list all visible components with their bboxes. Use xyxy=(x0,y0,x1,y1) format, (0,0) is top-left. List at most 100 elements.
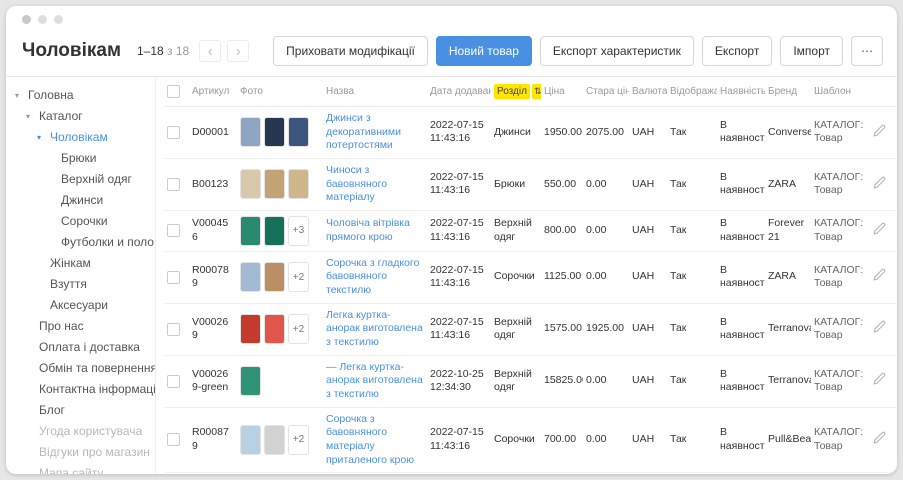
time-added: 11:43:16 xyxy=(430,231,488,245)
next-page-button[interactable]: › xyxy=(227,40,249,62)
expand-arrow-icon: ▾ xyxy=(15,91,24,101)
delete-icon[interactable] xyxy=(896,124,897,142)
pagination-range: 1–18 xyxy=(137,44,164,58)
edit-icon[interactable] xyxy=(873,431,886,449)
product-price: 725.00 xyxy=(541,473,583,474)
product-photo xyxy=(264,314,285,344)
sidebar-item-label: Контактна інформація xyxy=(39,382,156,397)
sidebar-item[interactable]: ▾ Чоловікам xyxy=(6,127,155,148)
sidebar-item[interactable]: Сорочки xyxy=(6,211,155,232)
sidebar-item-label: Головна xyxy=(28,88,74,103)
edit-icon[interactable] xyxy=(873,320,886,338)
time-added: 11:43:16 xyxy=(430,329,488,343)
col-header-sku: Артикул xyxy=(189,77,237,107)
delete-icon[interactable] xyxy=(896,268,897,286)
product-name-link[interactable]: — Легка куртка-анорак виготовлена з текс… xyxy=(326,361,424,402)
prev-page-button[interactable]: ‹ xyxy=(199,40,221,62)
sidebar-item[interactable]: Аксесуари xyxy=(6,295,155,316)
sidebar-item[interactable]: Обмін та повернення xyxy=(6,358,155,379)
product-currency: UAH xyxy=(629,158,667,210)
delete-icon[interactable] xyxy=(896,222,897,240)
row-checkbox[interactable] xyxy=(167,323,180,336)
product-name-link[interactable]: Чоловіча вітрівка прямого крою xyxy=(326,217,424,244)
edit-icon[interactable] xyxy=(873,176,886,194)
product-brand: Pull&Bear xyxy=(765,407,811,473)
row-checkbox[interactable] xyxy=(167,271,180,284)
sidebar-item[interactable]: Брюки xyxy=(6,148,155,169)
more-photos-badge: +2 xyxy=(288,425,309,455)
more-actions-button[interactable]: ⋯ xyxy=(851,36,883,66)
product-currency: UAH xyxy=(629,210,667,251)
product-template: КАТАЛОГ: Товар xyxy=(811,107,863,159)
window-dot xyxy=(22,15,31,24)
date-added: 2022-07-15 xyxy=(430,264,488,278)
product-name-link[interactable]: Легка куртка-анорак виготовлена з тексти… xyxy=(326,309,424,350)
product-sku: V000269-green xyxy=(192,368,234,395)
photo-cell xyxy=(240,117,320,147)
export-characteristics-button[interactable]: Експорт характеристик xyxy=(540,36,694,66)
edit-icon[interactable] xyxy=(873,268,886,286)
table-row: B000321 +2 Штани з бавовняного матеріалу… xyxy=(164,473,897,474)
product-price: 800.00 xyxy=(541,210,583,251)
product-name-link[interactable]: Джинси з декоративними потертостями xyxy=(326,112,424,153)
expand-arrow-icon: ▾ xyxy=(37,133,46,143)
product-name-link[interactable]: Сорочка з гладкого бавовняного текстилю xyxy=(326,257,424,298)
product-price: 550.00 xyxy=(541,158,583,210)
product-display-flag: Так xyxy=(667,407,717,473)
photo-cell: +2 xyxy=(240,262,320,292)
sidebar-item[interactable]: Угода користувача xyxy=(6,421,155,442)
date-added: 2022-07-15 xyxy=(430,171,488,185)
sidebar-item[interactable]: Оплата і доставка xyxy=(6,337,155,358)
product-brand: Converse xyxy=(765,107,811,159)
row-checkbox[interactable] xyxy=(167,224,180,237)
sidebar-item[interactable]: Про нас xyxy=(6,316,155,337)
sidebar-item[interactable]: ▾ Каталог xyxy=(6,106,155,127)
product-name-link[interactable]: Чиноси з бавовняного матеріалу xyxy=(326,164,424,205)
sidebar-item[interactable]: Контактна інформація xyxy=(6,379,155,400)
time-added: 12:34:30 xyxy=(430,381,488,395)
date-added: 2022-07-15 xyxy=(430,316,488,330)
delete-icon[interactable] xyxy=(896,320,897,338)
sidebar-item[interactable]: Взуття xyxy=(6,274,155,295)
sidebar-item[interactable]: Футболки и поло xyxy=(6,232,155,253)
sidebar-item[interactable]: Джинси xyxy=(6,190,155,211)
select-all-checkbox[interactable] xyxy=(167,85,180,98)
sidebar-tree: ▾ Головна ▾ Каталог ▾ Чоловікам Брюки Ве… xyxy=(6,77,156,474)
row-checkbox[interactable] xyxy=(167,375,180,388)
col-header-section-label[interactable]: Розділ xyxy=(494,84,530,99)
delete-icon[interactable] xyxy=(896,431,897,449)
edit-icon[interactable] xyxy=(873,222,886,240)
row-checkbox[interactable] xyxy=(167,433,180,446)
edit-icon[interactable] xyxy=(873,372,886,390)
product-display-flag: Так xyxy=(667,210,717,251)
sidebar-item[interactable]: Верхній одяг xyxy=(6,169,155,190)
sidebar-item[interactable]: ▾ Головна xyxy=(6,85,155,106)
col-header-currency: Валюта xyxy=(629,77,667,107)
hide-modifications-button[interactable]: Приховати модифікації xyxy=(273,36,428,66)
product-name-link[interactable]: Сорочка з бавовняного матеріалу притален… xyxy=(326,413,424,468)
product-old-price: 0.00 xyxy=(583,355,629,407)
product-table-body: D00001 Джинси з декоративними потертостя… xyxy=(164,107,897,475)
product-table-area: Артикул Фото Назва Дата додавання Розділ… xyxy=(156,77,897,474)
photo-cell: +2 xyxy=(240,314,320,344)
sidebar-item[interactable]: Блог xyxy=(6,400,155,421)
sort-icon[interactable]: ⇅ xyxy=(532,84,541,99)
sidebar-item[interactable]: Жінкам xyxy=(6,253,155,274)
table-row: D00001 Джинси з декоративними потертостя… xyxy=(164,107,897,159)
delete-icon[interactable] xyxy=(896,372,897,390)
time-added: 11:43:16 xyxy=(430,184,488,198)
sidebar-item[interactable]: Мапа сайту xyxy=(6,463,155,474)
edit-icon[interactable] xyxy=(873,124,886,142)
sidebar-item[interactable]: Відгуки про магазин xyxy=(6,442,155,463)
row-checkbox[interactable] xyxy=(167,178,180,191)
sidebar-item-label: Обмін та повернення xyxy=(39,361,156,376)
new-product-button[interactable]: Новий товар xyxy=(436,36,532,66)
delete-icon[interactable] xyxy=(896,176,897,194)
product-sku: V000456 xyxy=(192,217,234,244)
import-button[interactable]: Імпорт xyxy=(780,36,843,66)
export-button[interactable]: Експорт xyxy=(702,36,772,66)
sidebar-item-label: Сорочки xyxy=(61,214,108,229)
row-checkbox[interactable] xyxy=(167,126,180,139)
col-header-display: Відображати xyxy=(667,77,717,107)
toolbar-buttons: Приховати модифікації Новий товар Експор… xyxy=(273,36,883,66)
